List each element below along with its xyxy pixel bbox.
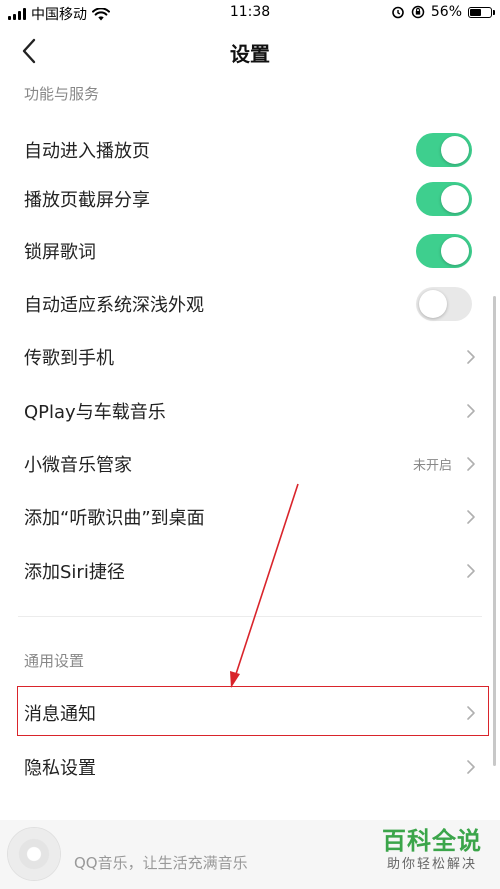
auto-play-page-toggle[interactable]	[416, 133, 472, 167]
setting-label: QPlay与车载音乐	[24, 402, 166, 423]
section-header-general: 通用设置	[24, 652, 85, 670]
scrollbar[interactable]	[493, 296, 496, 766]
watermark-subtitle: 助你轻松解决	[386, 857, 477, 872]
status-right: 56%	[391, 4, 495, 20]
alarm-icon	[392, 6, 404, 19]
highlight-box	[17, 686, 489, 736]
settings-screen: 中国移动 11:38 56% 设置 功能与服务 自动进入播放页 播放页截屏分享 …	[0, 0, 500, 889]
watermark-logo: 百科全说 助你轻松解决	[370, 826, 494, 884]
setting-row-qplay-car-music[interactable]: QPlay与车载音乐	[0, 384, 500, 438]
chevron-right-icon	[467, 760, 475, 774]
toggle-knob	[441, 185, 469, 213]
setting-label: 自动进入播放页	[24, 141, 150, 162]
chevron-right-icon	[467, 564, 475, 578]
setting-row-add-song-recognition[interactable]: 添加“听歌识曲”到桌面	[0, 490, 500, 544]
lockscreen-lyrics-toggle[interactable]	[416, 234, 472, 268]
battery-icon	[468, 6, 495, 18]
chevron-right-icon	[467, 350, 475, 364]
toggle-knob	[419, 290, 447, 318]
setting-row-privacy[interactable]: 隐私设置	[0, 740, 500, 794]
chevron-right-icon	[467, 457, 475, 471]
setting-label: 添加“听歌识曲”到桌面	[24, 508, 205, 529]
setting-label: 传歌到手机	[24, 348, 114, 369]
setting-label: 小微音乐管家	[24, 455, 132, 476]
setting-label: 播放页截屏分享	[24, 190, 150, 211]
setting-row-add-siri-shortcut[interactable]: 添加Siri捷径	[0, 544, 500, 598]
chevron-right-icon	[467, 404, 475, 418]
album-disc-icon[interactable]	[8, 828, 60, 880]
setting-row-auto-play-page: 自动进入播放页	[0, 123, 500, 177]
battery-level	[470, 8, 481, 16]
status-bar: 中国移动 11:38 56%	[0, 0, 500, 26]
setting-row-screenshot-share: 播放页截屏分享	[0, 172, 500, 226]
setting-row-lockscreen-lyrics: 锁屏歌词	[0, 224, 500, 278]
auto-dark-mode-toggle[interactable]	[416, 287, 472, 321]
section-divider	[18, 616, 482, 617]
setting-label: 自动适应系统深浅外观	[24, 295, 204, 316]
nav-bar: 设置	[0, 26, 500, 76]
orientation-lock-icon	[411, 5, 425, 19]
setting-row-auto-dark-mode: 自动适应系统深浅外观	[0, 277, 500, 331]
page-title: 设置	[230, 42, 270, 66]
watermark-title: 百科全说	[382, 827, 482, 855]
toggle-knob	[441, 136, 469, 164]
toggle-knob	[441, 237, 469, 265]
setting-label: 锁屏歌词	[24, 242, 96, 263]
section-header-features: 功能与服务	[24, 85, 100, 103]
setting-label: 隐私设置	[24, 758, 96, 779]
setting-row-transfer-songs[interactable]: 传歌到手机	[0, 330, 500, 384]
screenshot-share-toggle[interactable]	[416, 182, 472, 216]
setting-label: 添加Siri捷径	[24, 562, 125, 583]
player-tagline: QQ音乐，让生活充满音乐	[74, 854, 248, 872]
status-value: 未开启	[412, 458, 452, 474]
chevron-right-icon	[467, 510, 475, 524]
setting-row-xiaowei-assistant[interactable]: 小微音乐管家 未开启	[0, 437, 500, 491]
battery-percent: 56%	[430, 4, 462, 20]
